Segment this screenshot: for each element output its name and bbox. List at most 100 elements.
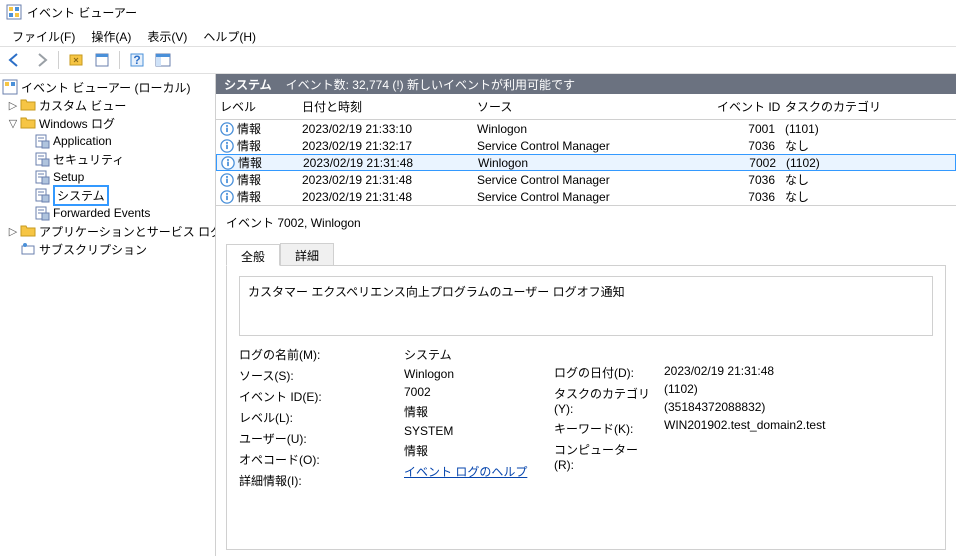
col-event-id[interactable]: イベント ID	[717, 98, 785, 115]
log-icon	[34, 205, 50, 221]
tree-label: セキュリティ	[53, 151, 124, 168]
tree-app-services[interactable]: ▷ アプリケーションとサービス ログ	[2, 222, 213, 240]
val-opcode: 情報	[404, 442, 544, 459]
log-icon	[34, 133, 50, 149]
main-area: イベント ビューアー (ローカル) ▷ カスタム ビュー ▽ Windows ロ…	[0, 74, 956, 556]
info-icon	[220, 173, 234, 187]
menu-file[interactable]: ファイル(F)	[4, 26, 83, 44]
back-button[interactable]	[4, 49, 26, 71]
val-task-cat: (1102)	[664, 382, 933, 396]
app-icon	[6, 4, 22, 20]
forward-button[interactable]	[30, 49, 52, 71]
cell-category: なし	[785, 137, 952, 154]
val-event-id: 7002	[404, 385, 544, 399]
toolbar-separator	[58, 51, 59, 69]
tab-general[interactable]: 全般	[226, 244, 280, 266]
cell-category: なし	[785, 171, 952, 188]
cell-datetime: 2023/02/19 21:31:48	[302, 190, 477, 204]
table-row[interactable]: 情報 2023/02/19 21:31:48Service Control Man…	[216, 171, 956, 188]
tree-windows-logs[interactable]: ▽ Windows ログ	[2, 114, 213, 132]
cell-source: Service Control Manager	[477, 190, 717, 204]
cell-event-id: 7001	[717, 122, 785, 136]
toolbar: ?	[0, 46, 956, 74]
toolbar-separator	[119, 51, 120, 69]
cell-category: なし	[785, 188, 952, 205]
label-computer: コンピューター(R):	[554, 441, 654, 472]
menubar: ファイル(F) 操作(A) 表示(V) ヘルプ(H)	[0, 24, 956, 46]
show-hide-button[interactable]	[65, 49, 87, 71]
log-icon	[34, 151, 50, 167]
detail-pane: イベント 7002, Winlogon 全般 詳細 カスタマー エクスペリエンス…	[216, 205, 956, 556]
cell-datetime: 2023/02/19 21:33:10	[302, 122, 477, 136]
tree-label: Setup	[53, 170, 84, 184]
tree-security[interactable]: セキュリティ	[2, 150, 213, 168]
tree-subscriptions[interactable]: サブスクリプション	[2, 240, 213, 258]
val-level: 情報	[404, 403, 544, 420]
cell-source: Service Control Manager	[477, 173, 717, 187]
menu-help[interactable]: ヘルプ(H)	[195, 26, 264, 44]
expand-icon[interactable]: ▷	[6, 99, 20, 112]
tree-pane[interactable]: イベント ビューアー (ローカル) ▷ カスタム ビュー ▽ Windows ロ…	[0, 74, 216, 556]
cell-datetime: 2023/02/19 21:31:48	[303, 156, 478, 170]
table-row[interactable]: 情報 2023/02/19 21:31:48Service Control Man…	[216, 188, 956, 205]
val-log-name: システム	[404, 346, 544, 363]
tree-label: システム	[53, 185, 109, 206]
val-log-date: 2023/02/19 21:31:48	[664, 364, 933, 378]
table-row[interactable]: 情報2023/02/19 21:31:48Winlogon7002(1102)	[216, 154, 956, 171]
col-category[interactable]: タスクのカテゴリ	[785, 98, 952, 115]
col-datetime[interactable]: 日付と時刻	[302, 98, 477, 115]
tab-details[interactable]: 詳細	[280, 243, 334, 265]
tree-label: Application	[53, 134, 112, 148]
collapse-icon[interactable]: ▽	[6, 117, 20, 130]
event-log-help-link[interactable]: イベント ログのヘルプ	[404, 465, 527, 479]
cell-level: 情報	[237, 188, 261, 205]
event-list[interactable]: レベル 日付と時刻 ソース イベント ID タスクのカテゴリ 情報2023/02…	[216, 94, 956, 205]
cell-source: Winlogon	[478, 156, 718, 170]
table-row[interactable]: 情報 2023/02/19 21:33:10Winlogon7001(1101)	[216, 120, 956, 137]
tab-body: カスタマー エクスペリエンス向上プログラムのユーザー ログオフ通知 ログの名前(…	[226, 265, 946, 550]
cell-level: 情報	[237, 120, 261, 137]
label-log-name: ログの名前(M):	[239, 346, 394, 363]
label-source: ソース(S):	[239, 367, 394, 384]
cell-level: 情報	[238, 154, 262, 171]
event-message: カスタマー エクスペリエンス向上プログラムのユーザー ログオフ通知	[239, 276, 933, 336]
cell-datetime: 2023/02/19 21:31:48	[302, 173, 477, 187]
col-level[interactable]: レベル	[220, 98, 302, 115]
content-header: システム イベント数: 32,774 (!) 新しいイベントが利用可能です	[216, 74, 956, 94]
tree-custom-views[interactable]: ▷ カスタム ビュー	[2, 96, 213, 114]
val-keywords: (35184372088832)	[664, 400, 933, 414]
label-event-id: イベント ID(E):	[239, 388, 394, 405]
cell-category: (1102)	[786, 156, 951, 170]
cell-event-id: 7036	[717, 139, 785, 153]
menu-action[interactable]: 操作(A)	[83, 26, 139, 44]
label-level: レベル(L):	[239, 409, 394, 426]
panel-button[interactable]	[152, 49, 174, 71]
tree-system[interactable]: システム	[2, 186, 213, 204]
app-icon	[2, 79, 18, 95]
log-icon	[34, 187, 50, 203]
tree-forwarded[interactable]: Forwarded Events	[2, 204, 213, 222]
tree-setup[interactable]: Setup	[2, 168, 213, 186]
help-button[interactable]: ?	[126, 49, 148, 71]
expand-icon[interactable]: ▷	[6, 225, 20, 238]
column-headers[interactable]: レベル 日付と時刻 ソース イベント ID タスクのカテゴリ	[216, 94, 956, 120]
menu-view[interactable]: 表示(V)	[139, 26, 195, 44]
tree-label: Forwarded Events	[53, 206, 150, 220]
cell-category: (1101)	[785, 122, 952, 136]
tree-label: サブスクリプション	[39, 241, 147, 258]
tree-root[interactable]: イベント ビューアー (ローカル)	[2, 78, 213, 96]
tree-application[interactable]: Application	[2, 132, 213, 150]
val-user: SYSTEM	[404, 424, 544, 438]
label-log-date: ログの日付(D):	[554, 364, 654, 381]
val-source: Winlogon	[404, 367, 544, 381]
val-computer: WIN201902.test_domain2.test	[664, 418, 933, 432]
detail-title: イベント 7002, Winlogon	[216, 212, 956, 233]
cell-level: 情報	[237, 171, 261, 188]
tree-label: カスタム ビュー	[39, 97, 126, 114]
properties-button[interactable]	[91, 49, 113, 71]
label-opcode: オペコード(O):	[239, 451, 394, 468]
log-icon	[34, 169, 50, 185]
cell-source: Winlogon	[477, 122, 717, 136]
table-row[interactable]: 情報2023/02/19 21:32:17Service Control Man…	[216, 137, 956, 154]
col-source[interactable]: ソース	[477, 98, 717, 115]
